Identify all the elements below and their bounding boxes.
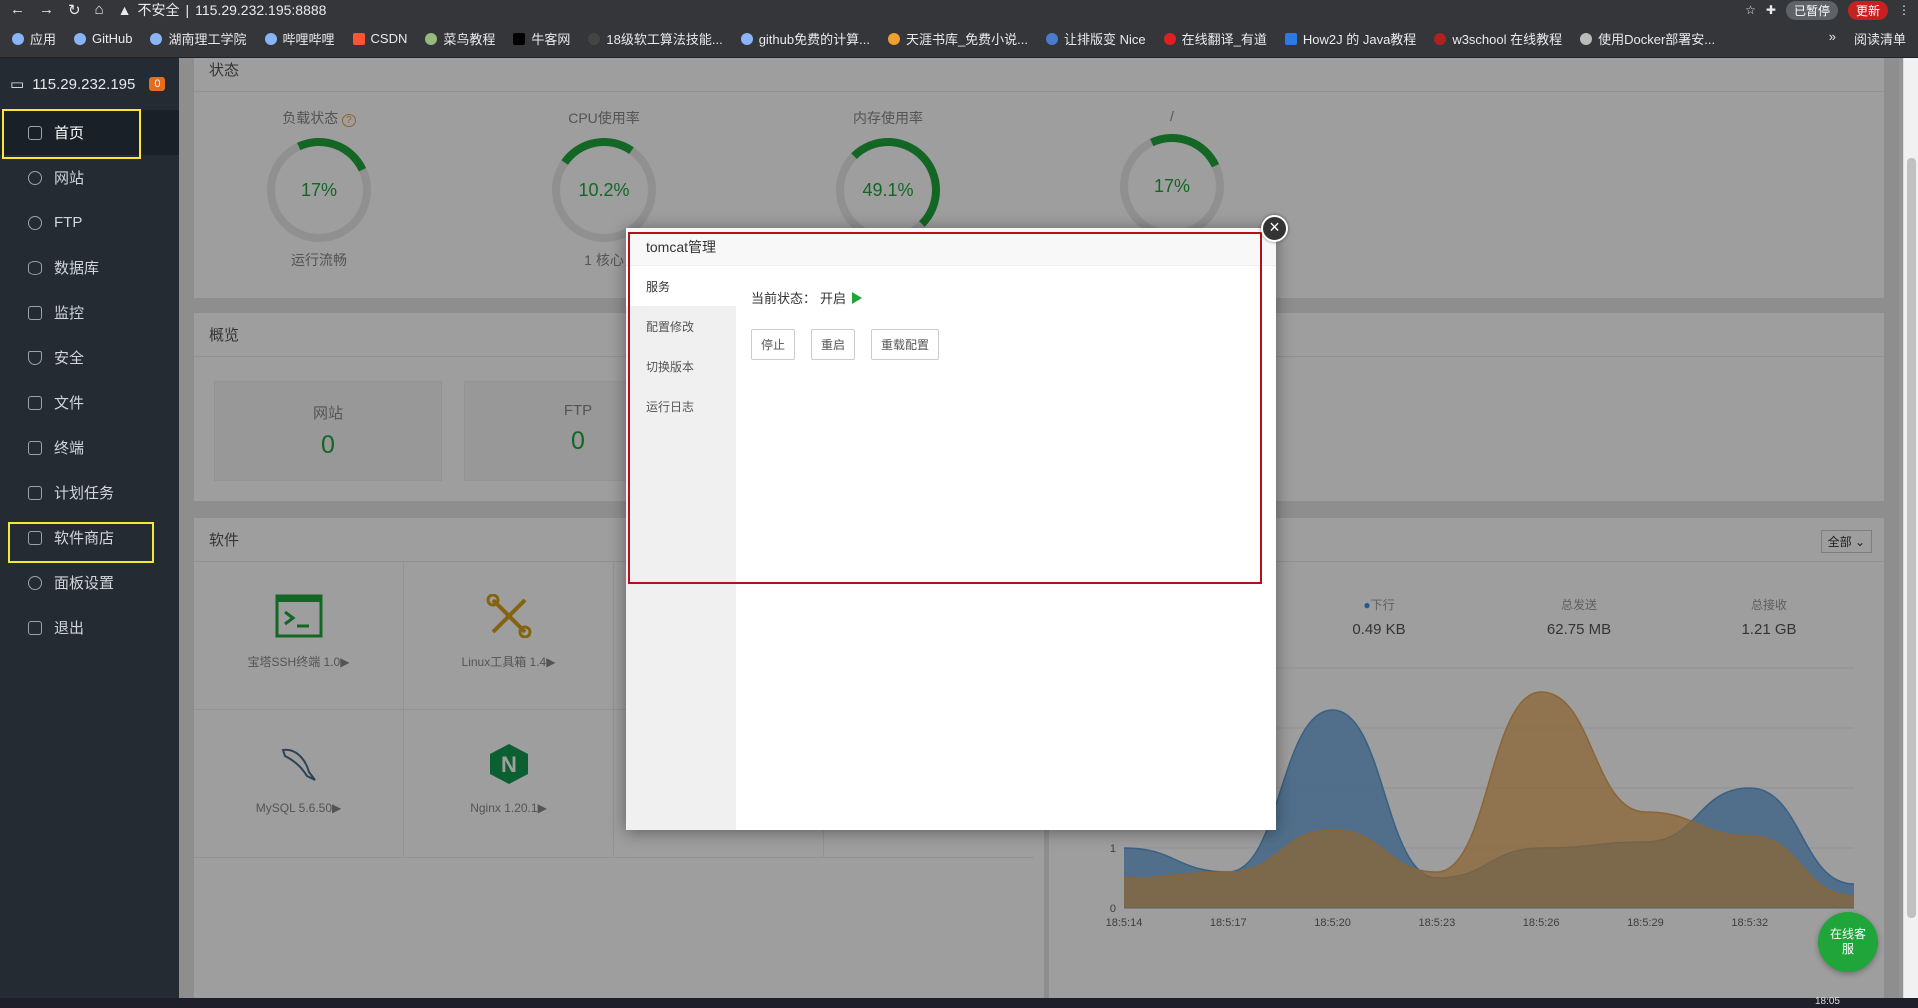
bookmark[interactable]: 在线翻译_有道 [1163,29,1267,48]
csdn-icon [352,32,365,45]
monitor-icon: ▭ [10,76,25,93]
star-icon[interactable]: ☆ [1745,3,1756,17]
tab-service[interactable]: 服务 [626,266,736,306]
online-support-button[interactable]: 在线客服 [1818,912,1878,972]
globe-icon [28,170,42,185]
tab-switch-version[interactable]: 切换版本 [626,346,736,386]
extension-icon[interactable]: ✚ [1766,3,1776,17]
sidebar-item-home[interactable]: 首页 [0,110,179,155]
modal-tabs: 服务 配置修改 切换版本 运行日志 [626,266,736,830]
reading-list-button[interactable]: 阅读清单 [1854,29,1906,48]
bookmark[interactable]: 使用Docker部署安... [1580,29,1715,48]
service-status: 当前状态： 开启 [751,288,1261,307]
docker-icon [1580,32,1593,45]
bookmark[interactable]: 18级软工算法技能... [588,29,723,48]
server-host: ▭ 115.29.232.195 0 [0,58,179,110]
book-icon [887,32,900,45]
github-icon [740,32,753,45]
bookmarks-bar: 应用 GitHub 湖南理工学院 哔哩哔哩 CSDN 菜鸟教程 牛客网 18级软… [0,20,1918,58]
forward-icon[interactable]: → [39,1,54,19]
bookmark[interactable]: 菜鸟教程 [425,29,495,48]
stop-button[interactable]: 停止 [751,329,796,360]
ftp-icon [28,215,42,230]
bilibili-icon [264,32,277,45]
w3school-icon [1434,32,1447,45]
more-bookmarks-button[interactable]: » [1829,29,1836,48]
monitor-icon [28,305,42,320]
calendar-icon [28,485,42,500]
youdao-icon [1163,32,1176,45]
bookmark[interactable]: GitHub [74,31,132,46]
play-icon [852,291,863,304]
tab-run-log[interactable]: 运行日志 [626,386,736,426]
runoob-icon [425,32,438,45]
bookmark[interactable]: w3school 在线教程 [1434,29,1562,48]
github-icon [74,32,87,45]
reload-icon[interactable]: ↻ [68,1,81,19]
bookmark[interactable]: 让排版变 Nice [1046,29,1146,48]
browser-toolbar: ← → ↻ ⌂ ▲ 不安全 | 115.29.232.195:8888 ☆ ✚ … [0,0,1918,20]
tab-config[interactable]: 配置修改 [626,306,736,346]
apps-grid-icon [12,32,24,45]
folder-icon [28,395,42,410]
modal-body: 当前状态： 开启 停止 重启 重载配置 [736,266,1276,830]
nowcoder-icon [513,32,526,45]
settings-icon [28,575,42,590]
close-icon[interactable]: × [1261,215,1288,242]
sidebar-item-cron[interactable]: 计划任务 [0,470,179,515]
status-value: 开启 [820,291,847,306]
bookmark[interactable]: 牛客网 [513,29,570,48]
host-address: 115.29.232.195 [32,75,136,93]
sidebar-item-logout[interactable]: 退出 [0,605,179,650]
shield-icon [28,350,42,365]
database-icon [28,260,42,275]
home-icon[interactable]: ⌂ [95,1,104,19]
bookmark[interactable]: 天涯书库_免费小说... [887,29,1028,48]
sidebar: ▭ 115.29.232.195 0 首页 网站 FTP 数据库 监控 安全 文… [0,58,179,1008]
sidebar-item-terminal[interactable]: 终端 [0,425,179,470]
back-icon[interactable]: ← [10,1,25,19]
sidebar-item-files[interactable]: 文件 [0,380,179,425]
quote-icon [1046,32,1059,45]
update-button[interactable]: 更新 [1847,0,1888,20]
terminal-icon [28,440,42,455]
sidebar-item-security[interactable]: 安全 [0,335,179,380]
menu-icon[interactable]: ⋮ [1898,3,1910,17]
restart-button[interactable]: 重启 [811,329,856,360]
bookmark[interactable]: How2J 的 Java教程 [1284,29,1416,48]
sidebar-item-app-store[interactable]: 软件商店 [0,515,179,560]
paused-button[interactable]: 已暂停 [1785,0,1838,20]
logout-icon [28,620,42,635]
java-icon [1284,32,1297,45]
sidebar-item-settings[interactable]: 面板设置 [0,560,179,605]
c-icon [588,32,601,45]
site-icon [150,32,163,45]
bookmark[interactable]: CSDN [352,31,407,46]
address-bar[interactable]: ▲ 不安全 | 115.29.232.195:8888 [118,0,327,20]
sidebar-item-website[interactable]: 网站 [0,155,179,200]
clock: 18:05 [1814,996,1840,1007]
apps-icon [28,530,42,545]
notification-badge[interactable]: 0 [149,77,166,91]
tomcat-modal: tomcat管理 服务 配置修改 切换版本 运行日志 当前状态： 开启 停止 重… [626,228,1276,830]
sidebar-item-database[interactable]: 数据库 [0,245,179,290]
sidebar-item-ftp[interactable]: FTP [0,200,179,245]
bookmark[interactable]: github免费的计算... [740,29,870,48]
bookmark[interactable]: 应用 [12,29,56,48]
modal-title: tomcat管理 [626,228,1276,266]
taskbar: 18:05 [0,996,1918,1008]
home-icon [28,125,42,140]
url-text[interactable]: 115.29.232.195:8888 [195,2,326,18]
bookmark[interactable]: 哔哩哔哩 [264,29,335,48]
page-scrollbar[interactable] [1903,58,1918,1008]
security-label: 不安全 [137,2,180,18]
sidebar-item-monitor[interactable]: 监控 [0,290,179,335]
bookmark[interactable]: 湖南理工学院 [150,29,247,48]
reload-config-button[interactable]: 重载配置 [871,329,940,360]
warning-icon: ▲ [117,2,132,18]
